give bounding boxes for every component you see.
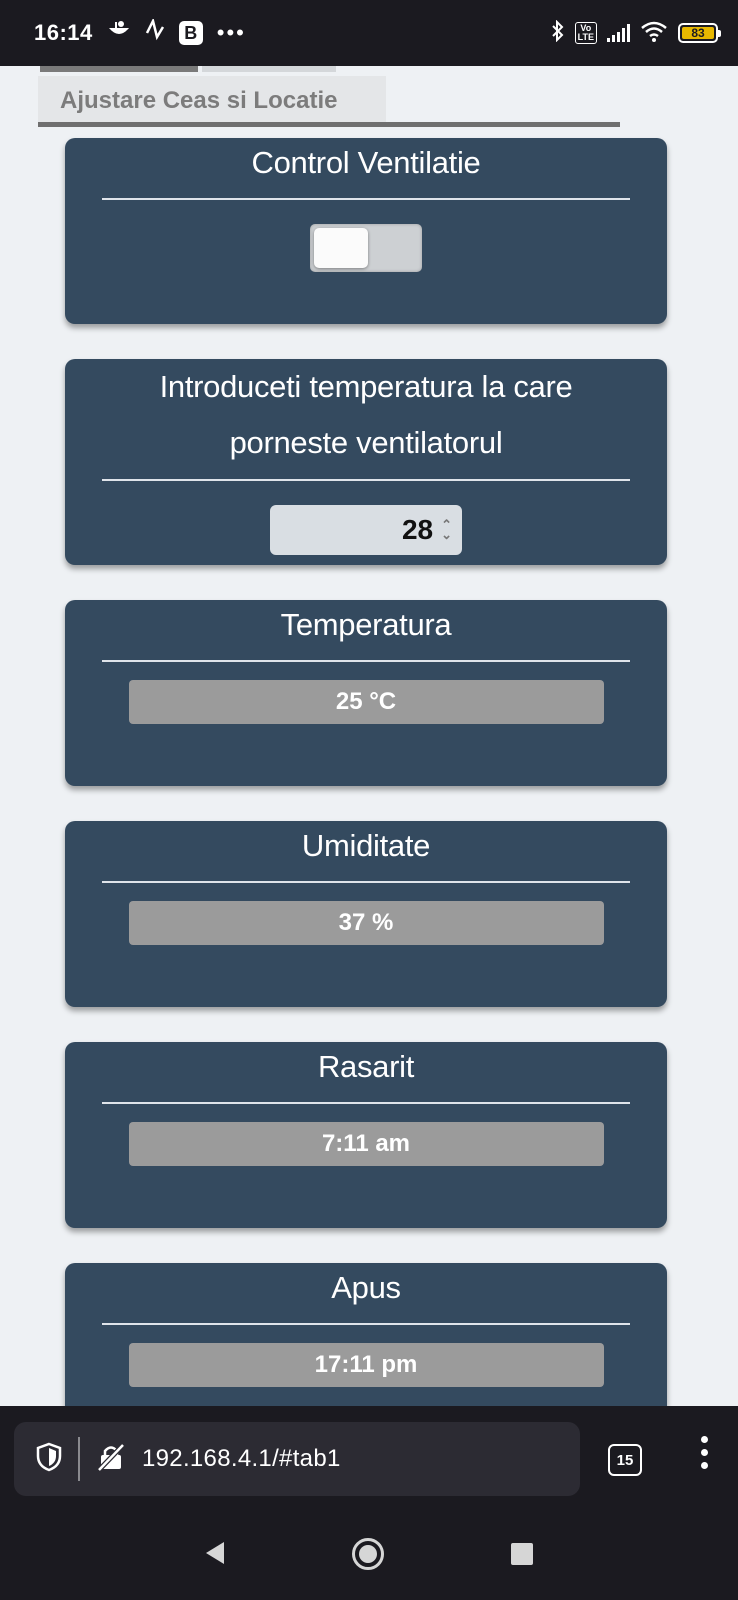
tab-count-button[interactable]: 15 xyxy=(608,1444,642,1476)
humidity-card: Umiditate 37 % xyxy=(65,821,667,1007)
system-nav-bar xyxy=(0,1510,738,1600)
card-title: Introduceti temperatura la care porneste… xyxy=(159,369,573,460)
activity-icon xyxy=(145,17,165,47)
ventilation-toggle[interactable] xyxy=(310,223,422,272)
b-app-icon: B xyxy=(178,21,203,45)
humidity-value: 37 % xyxy=(128,900,604,945)
web-page: Ajustare Ceas si Locatie Control Ventila… xyxy=(0,66,738,1406)
insecure-lock-icon[interactable] xyxy=(96,1442,126,1477)
home-icon[interactable] xyxy=(352,1538,384,1570)
tab-underline xyxy=(38,122,620,127)
card-title: Control Ventilatie xyxy=(251,145,481,180)
card-divider xyxy=(102,1323,630,1325)
bluetooth-icon xyxy=(551,19,565,47)
temperature-threshold-stepper[interactable]: 28 ⌃ ⌄ xyxy=(270,504,462,555)
url-text[interactable]: 192.168.4.1/#tab1 xyxy=(142,1445,341,1473)
card-title: Apus xyxy=(331,1270,401,1305)
status-time: 16:14 xyxy=(34,20,93,45)
card-title: Temperatura xyxy=(280,607,452,642)
status-bar: 16:14 B ••• Vo LTE 83 xyxy=(0,0,738,66)
ventilation-control-card: Control Ventilatie xyxy=(65,138,667,324)
sunset-card: Apus 17:11 pm xyxy=(65,1263,667,1406)
browser-menu-icon[interactable] xyxy=(694,1436,714,1469)
app-notification-icon xyxy=(107,20,131,46)
tab-indicator-1[interactable] xyxy=(40,66,198,72)
wifi-icon xyxy=(640,20,668,47)
stepper-arrows-icon[interactable]: ⌃ ⌄ xyxy=(441,518,452,541)
signal-icon xyxy=(607,24,630,42)
sunrise-value: 7:11 am xyxy=(128,1121,604,1166)
back-icon[interactable] xyxy=(204,1540,226,1571)
card-divider xyxy=(102,479,630,481)
address-separator xyxy=(78,1437,80,1481)
sunrise-card: Rasarit 7:11 am xyxy=(65,1042,667,1228)
card-divider xyxy=(102,881,630,883)
volte-icon: Vo LTE xyxy=(574,22,597,44)
stepper-value: 28 xyxy=(401,513,434,545)
shield-icon[interactable] xyxy=(36,1442,62,1477)
card-divider xyxy=(102,660,630,662)
battery-icon: 83 xyxy=(678,23,721,43)
more-notifications-icon: ••• xyxy=(216,20,246,45)
recent-apps-icon[interactable] xyxy=(511,1543,533,1565)
battery-level: 83 xyxy=(682,26,714,40)
address-bar[interactable]: 192.168.4.1/#tab1 xyxy=(14,1422,580,1496)
tab-clock-location[interactable]: Ajustare Ceas si Locatie xyxy=(38,76,386,126)
tab-strip xyxy=(40,66,336,72)
card-title: Umiditate xyxy=(301,828,431,863)
card-divider xyxy=(102,198,630,200)
fan-threshold-card: Introduceti temperatura la care porneste… xyxy=(65,359,667,565)
card-title: Rasarit xyxy=(317,1049,415,1084)
temperature-card: Temperatura 25 °C xyxy=(65,600,667,786)
browser-toolbar: 192.168.4.1/#tab1 15 xyxy=(0,1406,738,1510)
card-divider xyxy=(102,1102,630,1104)
toggle-knob[interactable] xyxy=(314,227,368,268)
temperature-value: 25 °C xyxy=(128,679,604,724)
sunset-value: 17:11 pm xyxy=(128,1342,604,1387)
tab-indicator-2[interactable] xyxy=(202,66,336,72)
